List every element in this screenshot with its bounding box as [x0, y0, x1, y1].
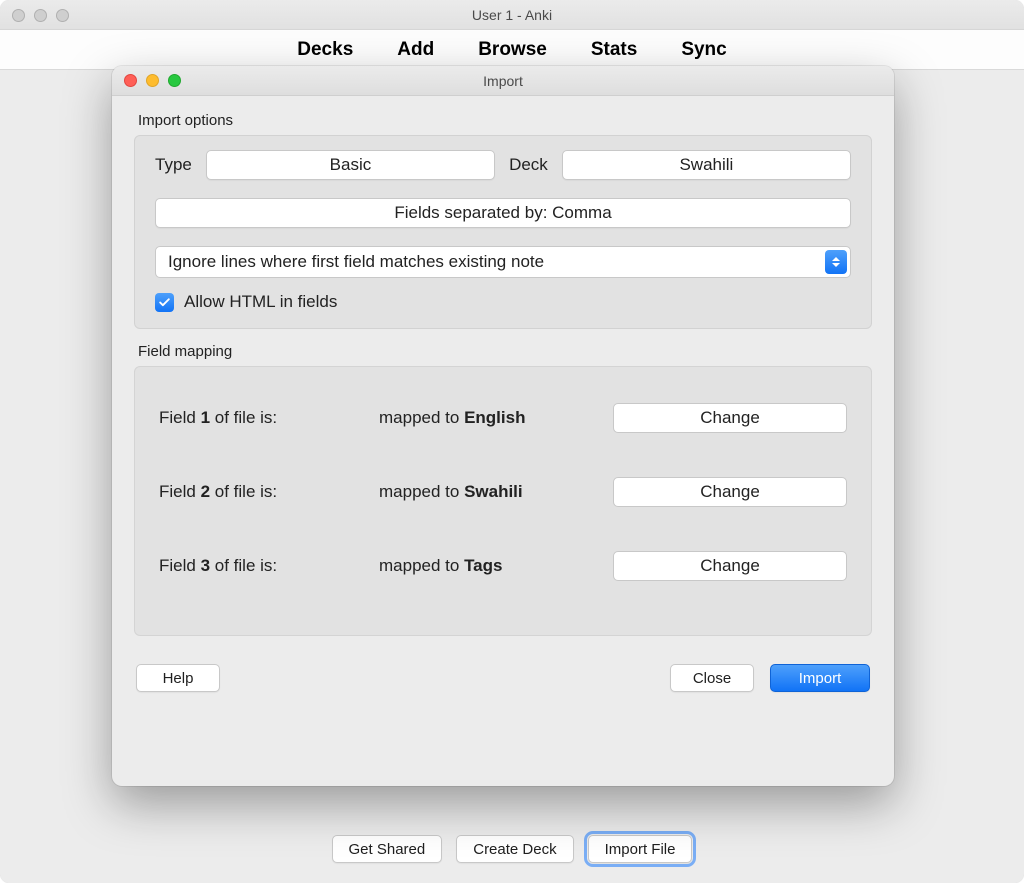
- field-target-label: mapped to Swahili: [379, 482, 603, 502]
- import-content: Import options Type Basic Deck Swahili F…: [112, 96, 894, 710]
- main-bottom-toolbar: Get Shared Create Deck Import File: [0, 835, 1024, 863]
- main-menubar: Decks Add Browse Stats Sync: [0, 30, 1024, 70]
- import-footer: Help Close Import: [134, 664, 872, 692]
- change-mapping-button[interactable]: Change: [613, 403, 847, 433]
- field-mapping-label: Field mapping: [138, 343, 872, 360]
- create-deck-button[interactable]: Create Deck: [456, 835, 573, 863]
- minimize-icon[interactable]: [146, 74, 159, 87]
- field-mapping-row: Field 1 of file is: mapped to English Ch…: [159, 403, 847, 433]
- field-source-label: Field 1 of file is:: [159, 408, 369, 428]
- close-icon[interactable]: [12, 9, 25, 22]
- allow-html-label: Allow HTML in fields: [184, 292, 337, 312]
- close-button[interactable]: Close: [670, 664, 754, 692]
- deck-label: Deck: [509, 155, 548, 175]
- minimize-icon[interactable]: [34, 9, 47, 22]
- field-source-label: Field 2 of file is:: [159, 482, 369, 502]
- menu-add[interactable]: Add: [397, 39, 434, 61]
- menu-sync[interactable]: Sync: [681, 39, 726, 61]
- traffic-lights-main: [12, 9, 69, 22]
- import-file-button[interactable]: Import File: [588, 835, 693, 863]
- import-dialog-title: Import: [483, 73, 523, 89]
- import-options-label: Import options: [138, 112, 872, 129]
- field-target-label: mapped to Tags: [379, 556, 603, 576]
- import-mode-value: Ignore lines where first field matches e…: [168, 252, 544, 272]
- field-target-label: mapped to English: [379, 408, 603, 428]
- field-mapping-row: Field 3 of file is: mapped to Tags Chang…: [159, 551, 847, 581]
- help-button[interactable]: Help: [136, 664, 220, 692]
- field-source-label: Field 3 of file is:: [159, 556, 369, 576]
- import-titlebar: Import: [112, 66, 894, 96]
- import-button[interactable]: Import: [770, 664, 870, 692]
- menu-browse[interactable]: Browse: [478, 39, 547, 61]
- field-mapping-row: Field 2 of file is: mapped to Swahili Ch…: [159, 477, 847, 507]
- separator-value: Fields separated by: Comma: [394, 203, 611, 223]
- traffic-lights-modal: [124, 74, 181, 87]
- menu-stats[interactable]: Stats: [591, 39, 637, 61]
- type-selector[interactable]: Basic: [206, 150, 495, 180]
- main-window-title: User 1 - Anki: [472, 7, 552, 23]
- allow-html-checkbox[interactable]: [155, 293, 174, 312]
- check-icon: [158, 296, 171, 309]
- main-titlebar: User 1 - Anki: [0, 0, 1024, 30]
- import-options-group: Type Basic Deck Swahili Fields separated…: [134, 135, 872, 329]
- field-mapping-group: Field 1 of file is: mapped to English Ch…: [134, 366, 872, 636]
- chevron-updown-icon: [825, 250, 847, 274]
- separator-selector[interactable]: Fields separated by: Comma: [155, 198, 851, 228]
- deck-value: Swahili: [679, 155, 733, 175]
- import-mode-dropdown[interactable]: Ignore lines where first field matches e…: [155, 246, 851, 278]
- close-icon[interactable]: [124, 74, 137, 87]
- menu-decks[interactable]: Decks: [297, 39, 353, 61]
- change-mapping-button[interactable]: Change: [613, 551, 847, 581]
- type-label: Type: [155, 155, 192, 175]
- change-mapping-button[interactable]: Change: [613, 477, 847, 507]
- get-shared-button[interactable]: Get Shared: [332, 835, 443, 863]
- import-dialog: Import Import options Type Basic Deck Sw…: [112, 66, 894, 786]
- deck-selector[interactable]: Swahili: [562, 150, 851, 180]
- zoom-icon[interactable]: [168, 74, 181, 87]
- zoom-icon[interactable]: [56, 9, 69, 22]
- type-value: Basic: [330, 155, 372, 175]
